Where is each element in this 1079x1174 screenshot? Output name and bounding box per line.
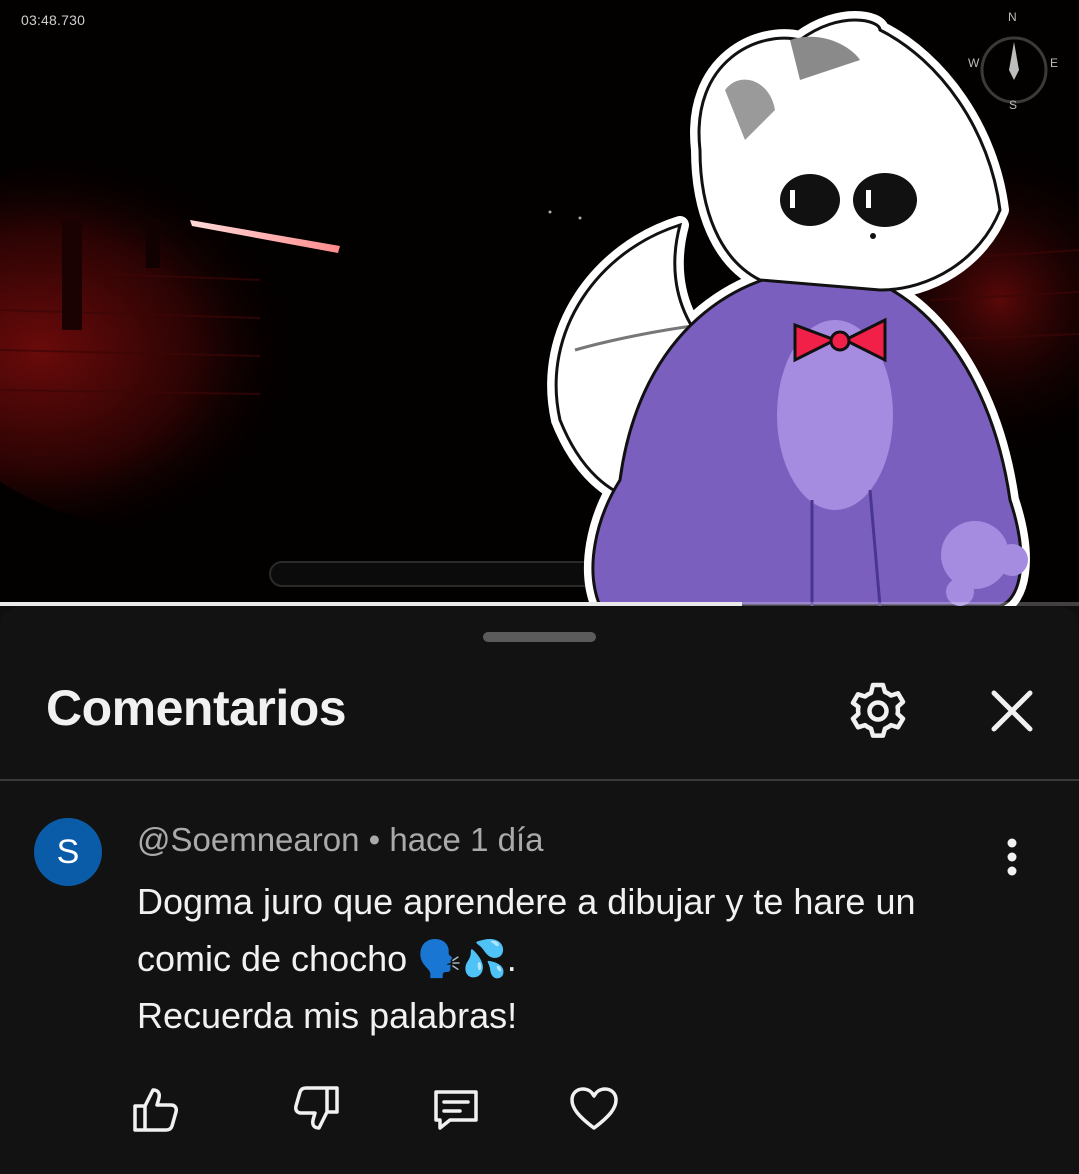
compass-south: S: [1009, 98, 1018, 112]
comment-line: comic de chocho 🗣️💦.: [137, 938, 517, 979]
compass-west: W: [968, 56, 980, 70]
compass-north: N: [1008, 10, 1017, 24]
heart-button[interactable]: [566, 1081, 622, 1137]
comment-author-meta[interactable]: @Soemnearon • hace 1 día: [137, 821, 543, 859]
reply-button[interactable]: [428, 1081, 484, 1137]
compass-east: E: [1050, 56, 1059, 70]
video-player[interactable]: 03:48.730 N W E S: [0, 0, 1079, 606]
comments-panel: Comentarios S @Soemnearon • hace 1 día D…: [0, 607, 1079, 1174]
gear-icon: [850, 682, 906, 738]
dislike-button[interactable]: [288, 1081, 344, 1137]
dislike-icon: [294, 1086, 339, 1130]
video-frame: [0, 0, 1079, 606]
comment-body: Dogma juro que aprendere a dibujar y te …: [137, 873, 997, 1044]
reply-icon: [434, 1090, 478, 1130]
more-vert-icon: [1007, 838, 1017, 876]
drag-handle[interactable]: [483, 632, 596, 642]
settings-button[interactable]: [840, 673, 916, 749]
like-button[interactable]: [128, 1081, 184, 1137]
heart-icon: [570, 1087, 618, 1130]
compass-hud: N W E S: [968, 8, 1068, 118]
comment-line: Recuerda mis palabras!: [137, 995, 518, 1036]
close-icon: [991, 690, 1033, 732]
panel-title: Comentarios: [46, 680, 347, 736]
comment-actions: [0, 1081, 1079, 1141]
close-button[interactable]: [976, 673, 1048, 749]
video-timestamp: 03:48.730: [21, 12, 86, 28]
avatar-letter: S: [56, 832, 80, 871]
like-icon: [133, 1088, 178, 1132]
comment-item: S @Soemnearon • hace 1 día Dogma juro qu…: [0, 781, 1079, 1174]
video-progress-bar[interactable]: [0, 602, 1079, 606]
comment-line: Dogma juro que aprendere a dibujar y te …: [137, 881, 916, 922]
video-progress-fill: [0, 602, 743, 606]
avatar[interactable]: S: [34, 818, 102, 886]
